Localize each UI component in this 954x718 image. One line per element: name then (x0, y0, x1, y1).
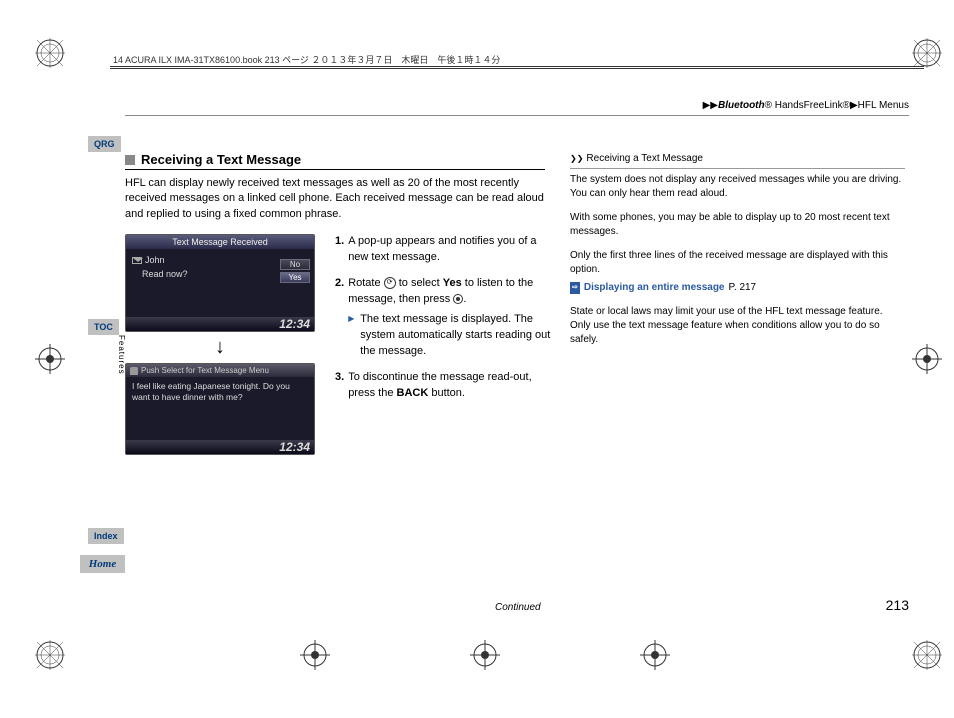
breadcrumb-line (125, 115, 909, 116)
step-1: 1. A pop-up appears and notifies you of … (335, 234, 555, 266)
sidebar-p4: State or local laws may limit your use o… (570, 305, 905, 347)
breadcrumb-hfl: HandsFreeLink (772, 100, 843, 111)
tab-toc[interactable]: TOC (88, 319, 119, 335)
step-1-text: A pop-up appears and notifies you of a n… (348, 234, 555, 266)
sidebar-heading-text: Receiving a Text Message (586, 152, 703, 166)
sidebar-p2: With some phones, you may be able to dis… (570, 211, 905, 239)
sidebar-link-text: Displaying an entire message (584, 281, 725, 295)
step-3-text: To discontinue the message read-out, pre… (348, 370, 555, 402)
tab-index[interactable]: Index (88, 528, 124, 544)
step-3: 3. To discontinue the message read-out, … (335, 370, 555, 402)
breadcrumb: ▶▶Bluetooth® HandsFreeLink®▶HFL Menus (703, 100, 909, 111)
step-1-num: 1. (335, 234, 344, 266)
breadcrumb-bluetooth: Bluetooth (718, 100, 765, 111)
section-heading: Receiving a Text Message (141, 152, 301, 167)
screen-message-hint: Push Select for Text Message Menu (126, 364, 314, 377)
step-2-text: Rotate ⟳ to select Yes to listen to the … (348, 276, 555, 360)
breadcrumb-arrow: ▶▶ (703, 100, 718, 111)
link-icon: ⇨ (570, 282, 580, 294)
reg-mark-bm3 (640, 640, 670, 670)
tab-home[interactable]: Home (80, 555, 125, 573)
step-3-num: 3. (335, 370, 344, 402)
tab-qrg[interactable]: QRG (88, 136, 121, 152)
section-heading-row: Receiving a Text Message (125, 152, 545, 170)
step-2-sub: The text message is displayed. The syste… (348, 312, 555, 360)
sidebar-heading: ❯❯ Receiving a Text Message (570, 152, 905, 169)
step-2: 2. Rotate ⟳ to select Yes to listen to t… (335, 276, 555, 360)
header-file-info: 14 ACURA ILX IMA-31TX86100.book 213 ページ … (113, 53, 500, 66)
reg-mark-ml (35, 344, 65, 374)
step-2-num: 2. (335, 276, 344, 360)
footer-page-number: 213 (886, 597, 909, 613)
screen-popup-clock: 12:34 (126, 317, 314, 331)
screen-option-yes: Yes (280, 272, 310, 283)
header-rule2 (110, 68, 924, 69)
reg-mark-bl (35, 640, 65, 670)
screen-message-clock: 12:34 (126, 440, 314, 454)
screen-popup-title: Text Message Received (126, 235, 314, 249)
dial-icon: ⟳ (384, 277, 396, 289)
screen-message: Push Select for Text Message Menu I feel… (125, 363, 315, 455)
reg-mark-tr (912, 38, 942, 68)
sidebar-heading-icon: ❯❯ (570, 153, 583, 164)
sidebar-link-page: P. 217 (729, 281, 757, 295)
sidebar-link[interactable]: ⇨ Displaying an entire message P. 217 (570, 281, 905, 295)
screen-option-no: No (280, 259, 310, 270)
press-icon (453, 294, 463, 304)
arrow-down-icon: ↓ (125, 336, 315, 359)
heading-box-icon (125, 155, 135, 165)
envelope-icon (132, 257, 142, 264)
hand-icon (130, 367, 138, 375)
intro-text: HFL can display newly received text mess… (125, 176, 545, 222)
breadcrumb-menus: HFL Menus (858, 100, 909, 111)
sidebar-p1: The system does not display any received… (570, 173, 905, 201)
screen-message-body: I feel like eating Japanese tonight. Do … (126, 377, 314, 413)
footer-continued: Continued (495, 602, 541, 613)
reg-mark-mr (912, 344, 942, 374)
header-rule (110, 66, 924, 67)
reg-mark-bm2 (470, 640, 500, 670)
reg-mark-bm1 (300, 640, 330, 670)
reg-mark-tl (35, 38, 65, 68)
reg-mark-br (912, 640, 942, 670)
screen-popup: Text Message Received John Read now? No … (125, 234, 315, 332)
sidebar-p3: Only the first three lines of the receiv… (570, 249, 905, 277)
